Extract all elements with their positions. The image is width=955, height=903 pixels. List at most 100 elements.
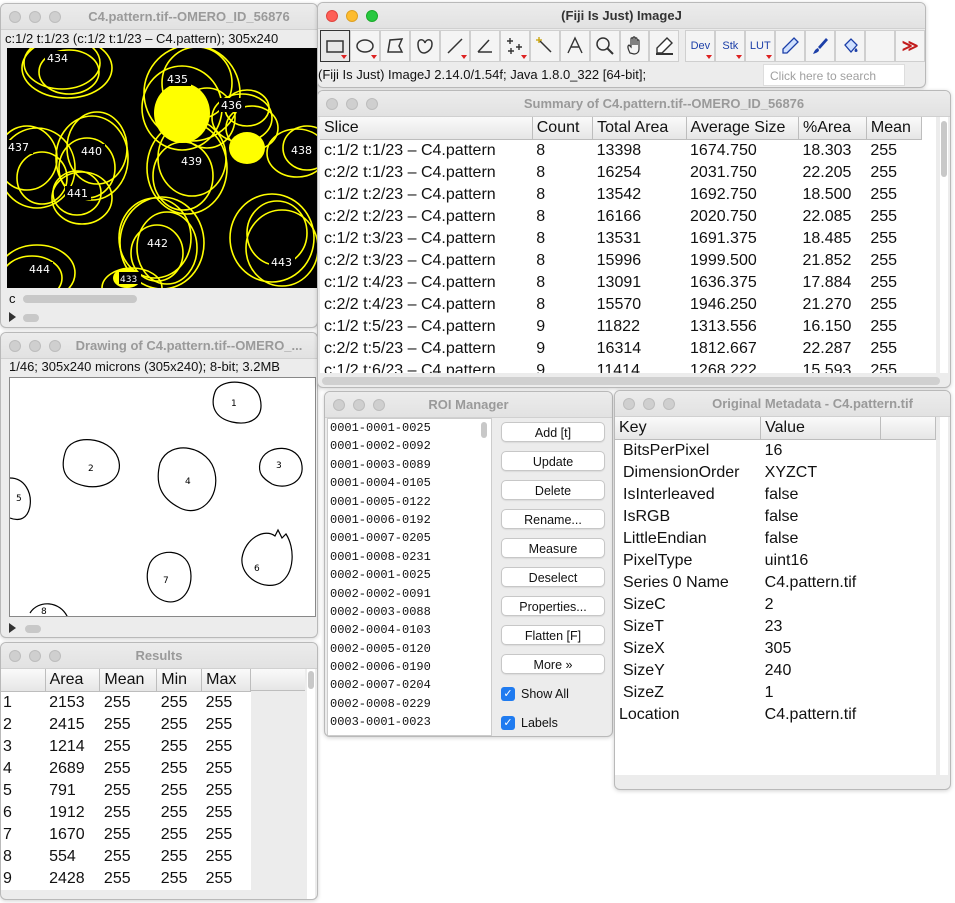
roi-list-item[interactable]: 0002-0006-0190 bbox=[328, 658, 491, 676]
show-all-checkbox[interactable]: ✓ Show All bbox=[501, 687, 569, 701]
roi-list-item[interactable]: 0002-0005-0120 bbox=[328, 640, 491, 658]
results-table[interactable]: Area Mean Min Max 1 2153 255 255 255 2 2415 255… bbox=[1, 669, 251, 890]
table-row[interactable]: c:1/2 t:3/23 – C4.pattern 8 13531 1691.375 1… bbox=[320, 228, 922, 250]
roi-list-item[interactable]: 0001-0001-0025 bbox=[328, 419, 491, 437]
metadata-table[interactable]: Key Value BitsPerPixel 16 DimensionOrder XY… bbox=[615, 417, 936, 726]
minimize-button[interactable] bbox=[643, 398, 655, 410]
update-button[interactable]: Update bbox=[501, 451, 605, 471]
summary-scrollbar[interactable] bbox=[940, 117, 948, 373]
labels-checkbox[interactable]: ✓ Labels bbox=[501, 716, 558, 730]
table-row[interactable]: c:2/2 t:3/23 – C4.pattern 8 15996 1999.500 2… bbox=[320, 250, 922, 272]
more-tools-button[interactable]: ≫ bbox=[895, 30, 925, 62]
frame-slider[interactable] bbox=[23, 314, 39, 322]
roi-list-item[interactable]: 0001-0002-0092 bbox=[328, 437, 491, 455]
measure-button[interactable]: Measure bbox=[501, 538, 605, 558]
table-row[interactable]: DimensionOrder XYZCT bbox=[615, 462, 936, 484]
zoom-button[interactable] bbox=[49, 340, 61, 352]
column-header[interactable]: Area bbox=[45, 669, 101, 692]
results-scroll-thumb[interactable] bbox=[308, 671, 314, 689]
roi-list-item[interactable]: 0002-0004-0103 bbox=[328, 621, 491, 639]
zoom-button[interactable] bbox=[49, 650, 61, 662]
table-row[interactable]: c:1/2 t:5/23 – C4.pattern 9 11822 1313.556 1… bbox=[320, 316, 922, 338]
summary-table[interactable]: Slice Count Total Area Average Size %Are… bbox=[320, 117, 923, 373]
drawing-canvas[interactable]: 1 2 3 4 5 6 7 8 bbox=[9, 377, 316, 617]
delete-button[interactable]: Delete bbox=[501, 480, 605, 500]
table-row[interactable]: SizeC 2 bbox=[615, 594, 936, 616]
column-header[interactable]: %Area bbox=[798, 117, 867, 140]
roi-list-item[interactable]: 0001-0006-0192 bbox=[328, 511, 491, 529]
roi-list-item[interactable]: 0002-0007-0204 bbox=[328, 676, 491, 694]
table-row[interactable]: Location C4.pattern.tif bbox=[615, 704, 936, 726]
roi-list-item[interactable]: 0003-0001-0023 bbox=[328, 713, 491, 731]
properties-button[interactable]: Properties... bbox=[501, 596, 605, 616]
roi-list-scrollbar[interactable] bbox=[481, 422, 487, 438]
column-header[interactable]: Count bbox=[532, 117, 594, 140]
close-button[interactable] bbox=[9, 650, 21, 662]
summary-scroll-thumb[interactable] bbox=[941, 121, 947, 177]
play-icon[interactable] bbox=[9, 312, 16, 322]
table-row[interactable]: 4 2689 255 255 255 bbox=[1, 758, 251, 780]
oval-tool-icon[interactable] bbox=[349, 30, 380, 62]
roi-list-item[interactable]: 0001-0005-0122 bbox=[328, 493, 491, 511]
zoom-button[interactable] bbox=[373, 399, 385, 411]
zoom-button[interactable] bbox=[366, 10, 378, 22]
flood-fill-icon[interactable] bbox=[835, 30, 866, 62]
rename-button[interactable]: Rename... bbox=[501, 509, 605, 529]
column-header[interactable]: Max bbox=[201, 669, 251, 692]
magnifier-tool-icon[interactable] bbox=[589, 30, 620, 62]
column-header[interactable]: Slice bbox=[320, 117, 533, 140]
metadata-titlebar[interactable]: Original Metadata - C4.pattern.tif bbox=[615, 391, 950, 417]
text-tool-icon[interactable] bbox=[559, 30, 590, 62]
add-button[interactable]: Add [t] bbox=[501, 422, 605, 442]
results-scrollbar[interactable] bbox=[307, 669, 315, 899]
minimize-button[interactable] bbox=[29, 650, 41, 662]
column-header[interactable]: Value bbox=[760, 417, 882, 440]
close-button[interactable] bbox=[333, 399, 345, 411]
search-input[interactable]: Click here to search bbox=[763, 64, 905, 86]
play-icon[interactable] bbox=[9, 623, 16, 633]
close-button[interactable] bbox=[9, 340, 21, 352]
roi-list-item[interactable]: 0001-0007-0205 bbox=[328, 529, 491, 547]
table-row[interactable]: 7 1670 255 255 255 bbox=[1, 824, 251, 846]
column-header[interactable]: Total Area bbox=[592, 117, 687, 140]
roi-list-item[interactable]: 0002-0003-0088 bbox=[328, 603, 491, 621]
column-header[interactable]: Mean bbox=[866, 117, 923, 140]
table-row[interactable]: BitsPerPixel 16 bbox=[615, 440, 936, 463]
table-row[interactable]: LittleEndian false bbox=[615, 528, 936, 550]
close-button[interactable] bbox=[326, 98, 338, 110]
column-header[interactable]: Mean bbox=[99, 669, 158, 692]
table-row[interactable]: c:2/2 t:2/23 – C4.pattern 8 16166 2020.750 2… bbox=[320, 206, 922, 228]
zoom-button[interactable] bbox=[49, 11, 61, 23]
deselect-button[interactable]: Deselect bbox=[501, 567, 605, 587]
slice-slider[interactable] bbox=[25, 625, 41, 633]
close-button[interactable] bbox=[326, 10, 338, 22]
table-row[interactable]: PixelType uint16 bbox=[615, 550, 936, 572]
table-row[interactable]: IsRGB false bbox=[615, 506, 936, 528]
angle-tool-icon[interactable] bbox=[469, 30, 500, 62]
table-row[interactable]: SizeX 305 bbox=[615, 638, 936, 660]
zoom-button[interactable] bbox=[663, 398, 675, 410]
roi-list[interactable]: 0001-0001-0025 0001-0002-0092 0001-0003-00… bbox=[327, 418, 492, 736]
column-header[interactable]: Key bbox=[615, 417, 762, 440]
results-titlebar[interactable]: Results bbox=[1, 643, 317, 669]
table-row[interactable]: 6 1912 255 255 255 bbox=[1, 802, 251, 824]
freehand-tool-icon[interactable] bbox=[409, 30, 440, 62]
roi-list-item[interactable]: 0003-0002-0082 bbox=[328, 732, 491, 735]
rectangle-tool-icon[interactable] bbox=[320, 30, 350, 62]
minimize-button[interactable] bbox=[353, 399, 365, 411]
table-row[interactable]: SizeY 240 bbox=[615, 660, 936, 682]
table-row[interactable]: 8 554 255 255 255 bbox=[1, 846, 251, 868]
roi-list-item[interactable]: 0002-0008-0229 bbox=[328, 695, 491, 713]
more-button[interactable]: More » bbox=[501, 654, 605, 674]
pencil-tool-icon[interactable] bbox=[775, 30, 806, 62]
table-row[interactable]: Series 0 Name C4.pattern.tif bbox=[615, 572, 936, 594]
stk-menu-button[interactable]: Stk bbox=[715, 30, 746, 62]
column-header[interactable] bbox=[1, 669, 46, 692]
imagej-titlebar[interactable]: (Fiji Is Just) ImageJ bbox=[318, 3, 925, 29]
roi-manager-titlebar[interactable]: ROI Manager bbox=[325, 392, 612, 418]
table-row[interactable]: c:2/2 t:1/23 – C4.pattern 8 16254 2031.750 2… bbox=[320, 162, 922, 184]
table-row[interactable]: IsInterleaved false bbox=[615, 484, 936, 506]
table-row[interactable]: 9 2428 255 255 255 bbox=[1, 868, 251, 890]
drawing-window-titlebar[interactable]: Drawing of C4.pattern.tif--OMERO_... bbox=[1, 333, 317, 359]
roi-list-item[interactable]: 0001-0008-0231 bbox=[328, 548, 491, 566]
